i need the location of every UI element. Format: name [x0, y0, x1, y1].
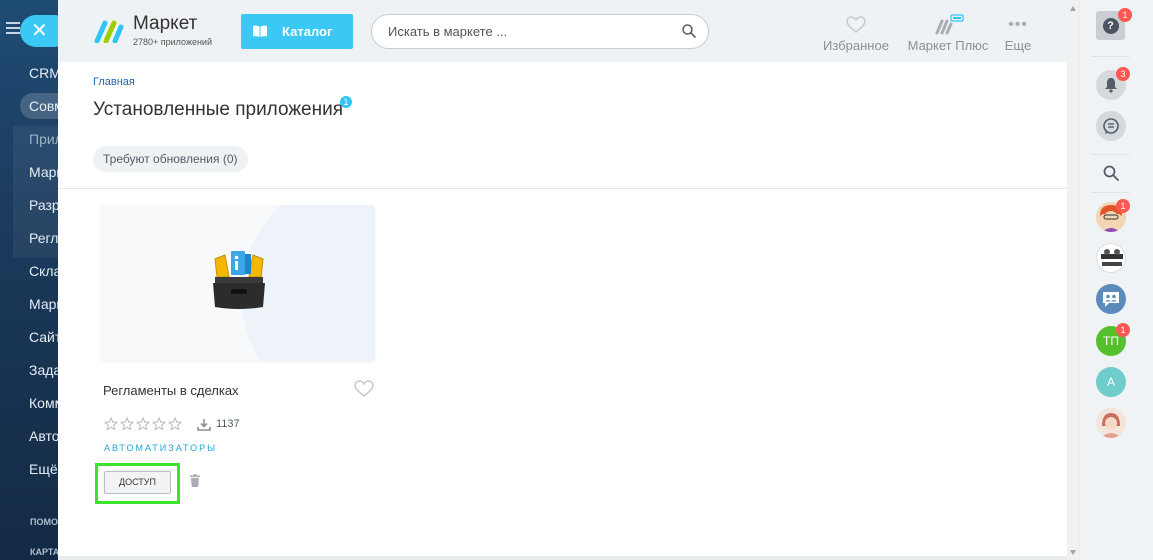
market-logo-subtitle: 2780+ приложений — [133, 37, 212, 47]
more-button[interactable]: ••• Еще — [1000, 14, 1036, 53]
user-photo-icon — [1096, 408, 1126, 438]
avatar[interactable] — [1096, 408, 1126, 438]
help-icon: ? — [1102, 17, 1119, 34]
right-sidebar: ? 1 3 1 ТП 1 А — [1080, 0, 1153, 560]
left-nav-item[interactable]: Совм — [20, 93, 58, 119]
left-nav-item[interactable]: Марк — [0, 291, 58, 324]
page-title: Установленные приложения — [93, 99, 344, 120]
left-nav-item[interactable]: Прил — [13, 126, 58, 159]
breadcrumb[interactable]: Главная — [93, 76, 135, 88]
left-nav-item[interactable]: Комм — [0, 390, 58, 423]
market-plus-icon — [935, 14, 964, 35]
star-icon — [152, 417, 166, 431]
group-chat-button[interactable] — [1096, 284, 1126, 314]
updates-filter[interactable]: Требуют обновления (0) — [93, 146, 248, 172]
catalog-button[interactable]: Каталог — [241, 14, 353, 49]
bell-icon — [1105, 78, 1117, 93]
left-nav-item[interactable]: Регл — [13, 225, 58, 258]
favorites-button[interactable]: Избранное — [822, 14, 890, 53]
scroll-up-arrow-icon[interactable] — [1070, 6, 1076, 11]
market-panel: Маркет 2780+ приложений Каталог Избранно… — [58, 0, 1078, 556]
trash-icon[interactable] — [190, 474, 200, 487]
left-nav-section-label: КАРТА — [30, 547, 58, 557]
avatar-a[interactable]: А — [1096, 367, 1126, 397]
left-nav-item[interactable]: Ещё — [0, 456, 58, 489]
chat-button[interactable] — [1096, 111, 1126, 141]
title-counter-badge: 1 — [340, 96, 352, 108]
app-name[interactable]: Регламенты в сделках — [103, 383, 239, 398]
toolbox-icon — [213, 251, 265, 309]
group-avatar-icon — [1101, 249, 1123, 266]
left-nav-item[interactable]: CRM — [0, 60, 58, 93]
star-icon — [168, 417, 182, 431]
left-sidebar: CRM Совм Прил Марк Разр Регл Скла Марк С… — [0, 0, 58, 560]
star-icon — [104, 417, 118, 431]
search-input[interactable] — [388, 24, 678, 39]
favorite-heart-icon[interactable] — [354, 380, 374, 398]
avatar-badge: 1 — [1116, 199, 1130, 213]
divider — [1092, 192, 1130, 193]
market-search[interactable] — [371, 14, 709, 49]
left-nav-item[interactable]: Марк — [13, 159, 58, 192]
left-nav-item[interactable]: Сайт — [0, 324, 58, 357]
market-header: Маркет 2780+ приложений Каталог Избранно… — [58, 0, 1078, 62]
left-nav-item[interactable]: Зада — [0, 357, 58, 390]
chat-icon — [1103, 118, 1119, 134]
divider — [58, 188, 1078, 189]
close-icon: ✕ — [31, 20, 48, 42]
search-icon[interactable] — [682, 24, 696, 38]
left-nav-item[interactable]: Скла — [0, 258, 58, 291]
page-scrollbar[interactable] — [1067, 0, 1079, 560]
left-nav-section-label: ПОМО — [30, 517, 58, 527]
app-card-image[interactable] — [101, 205, 375, 361]
group-chat-icon — [1103, 292, 1119, 307]
search-icon[interactable] — [1103, 165, 1119, 181]
left-nav-item[interactable]: Авто — [0, 423, 58, 456]
vendor-link[interactable]: АВТОМАТИЗАТОРЫ — [104, 443, 217, 453]
market-logo-title[interactable]: Маркет — [133, 13, 197, 35]
market-plus-button[interactable]: Маркет Плюс — [906, 14, 990, 53]
heart-icon — [846, 16, 866, 33]
divider — [1092, 56, 1130, 57]
notifications-badge: 3 — [1116, 67, 1130, 81]
market-plus-label: Маркет Плюс — [907, 38, 989, 53]
divider — [1092, 154, 1130, 155]
scroll-down-arrow-icon[interactable] — [1070, 550, 1076, 555]
more-icon: ••• — [1008, 16, 1028, 33]
rating-stars — [104, 417, 182, 431]
help-badge: 1 — [1118, 8, 1132, 22]
access-button[interactable]: ДОСТУП — [104, 471, 171, 494]
left-nav-group: Прил Марк Разр Регл — [13, 126, 58, 258]
favorites-label: Избранное — [823, 38, 889, 53]
download-count: 1137 — [216, 418, 240, 430]
catalog-button-label: Каталог — [282, 24, 333, 39]
avatar[interactable] — [1096, 243, 1126, 273]
download-icon — [197, 419, 211, 431]
star-icon — [136, 417, 150, 431]
left-nav: CRM Совм Прил Марк Разр Регл Скла Марк С… — [0, 60, 58, 560]
left-nav-item[interactable]: Разр — [13, 192, 58, 225]
avatar-tp-badge: 1 — [1116, 323, 1130, 337]
more-label: Еще — [1004, 38, 1032, 53]
book-icon — [253, 25, 267, 37]
market-logo-icon — [94, 20, 124, 43]
menu-icon[interactable] — [6, 22, 20, 34]
star-icon — [120, 417, 134, 431]
